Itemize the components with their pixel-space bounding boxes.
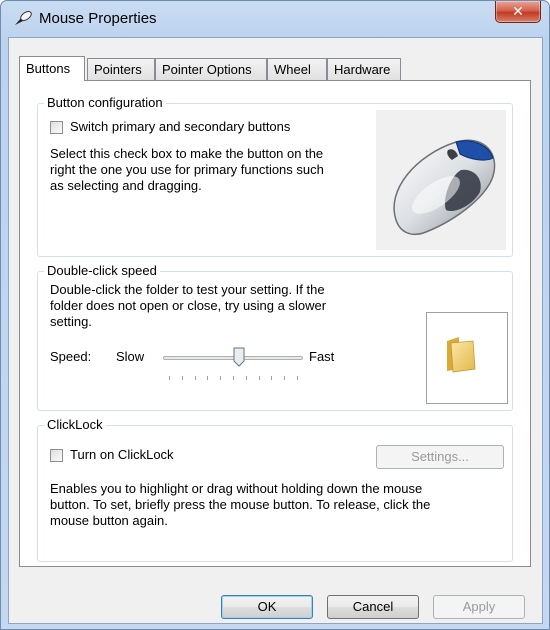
folder-icon[interactable] — [445, 335, 477, 376]
tab-hardware[interactable]: Hardware — [327, 58, 401, 80]
slider-tick — [207, 376, 208, 380]
cancel-button[interactable]: Cancel — [327, 595, 419, 619]
switch-buttons-checkbox[interactable] — [50, 121, 63, 134]
fast-label: Fast — [309, 349, 335, 364]
tab-pointer-options[interactable]: Pointer Options — [155, 58, 267, 80]
close-icon: ✕ — [512, 3, 524, 19]
mouse-properties-window: Mouse Properties ✕ Buttons Pointers Poin… — [0, 0, 550, 630]
slider-tick — [182, 376, 183, 380]
clicklock-group: ClickLock Turn on ClickLock Settings... … — [37, 417, 513, 562]
button-configuration-description: Select this check box to make the button… — [50, 146, 370, 194]
mouse-illustration — [376, 110, 506, 250]
window-title: Mouse Properties — [39, 10, 157, 27]
description-line: Double-click the folder to test your set… — [50, 282, 325, 297]
slider-tick — [284, 376, 285, 380]
slider-tick — [259, 376, 260, 380]
title-bar[interactable]: Mouse Properties ✕ — [1, 1, 549, 37]
slider-tick — [297, 376, 298, 380]
mouse-pointer-icon — [13, 11, 33, 27]
dialog-client-area: Buttons Pointers Pointer Options Wheel H… — [8, 37, 543, 624]
tab-pointers[interactable]: Pointers — [87, 58, 155, 80]
clicklock-label[interactable]: Turn on ClickLock — [70, 447, 174, 462]
speed-slider-ticks — [169, 376, 298, 380]
speed-slider-thumb[interactable] — [233, 347, 245, 367]
test-folder-area[interactable] — [426, 312, 508, 404]
buttons-tab-panel: Button configuration Switch primary and … — [19, 80, 531, 567]
slider-tick — [220, 376, 221, 380]
ok-button[interactable]: OK — [221, 595, 313, 619]
settings-button[interactable]: Settings... — [376, 445, 504, 469]
description-line: Select this check box to make the button… — [50, 146, 324, 161]
double-click-speed-legend: Double-click speed — [44, 263, 160, 279]
clicklock-legend: ClickLock — [44, 417, 106, 433]
slow-label: Slow — [116, 349, 145, 364]
slider-tick — [195, 376, 196, 380]
speed-label: Speed: — [50, 349, 92, 364]
description-line: folder does not open or close, try using… — [50, 298, 327, 313]
double-click-speed-group: Double-click speed Double-click the fold… — [37, 263, 513, 411]
clicklock-checkbox[interactable] — [50, 449, 63, 462]
close-button[interactable]: ✕ — [495, 1, 541, 23]
slider-tick — [246, 376, 247, 380]
clicklock-description: Enables you to highlight or drag without… — [50, 481, 505, 529]
tab-buttons[interactable]: Buttons — [19, 56, 85, 81]
tab-wheel[interactable]: Wheel — [267, 58, 327, 80]
slider-tick — [271, 376, 272, 380]
description-line: mouse button again. — [50, 513, 168, 528]
double-click-description: Double-click the folder to test your set… — [50, 282, 390, 330]
button-configuration-group: Button configuration Switch primary and … — [37, 95, 513, 257]
slider-tick — [233, 376, 234, 380]
apply-button[interactable]: Apply — [433, 595, 525, 619]
slider-tick — [169, 376, 170, 380]
description-line: as selecting and dragging. — [50, 178, 202, 193]
description-line: button. To set, briefly press the mouse … — [50, 497, 431, 512]
description-line: right the one you use for primary functi… — [50, 162, 324, 177]
button-configuration-legend: Button configuration — [44, 95, 166, 111]
description-line: Enables you to highlight or drag without… — [50, 481, 423, 496]
switch-buttons-label[interactable]: Switch primary and secondary buttons — [70, 119, 290, 134]
description-line: setting. — [50, 314, 92, 329]
